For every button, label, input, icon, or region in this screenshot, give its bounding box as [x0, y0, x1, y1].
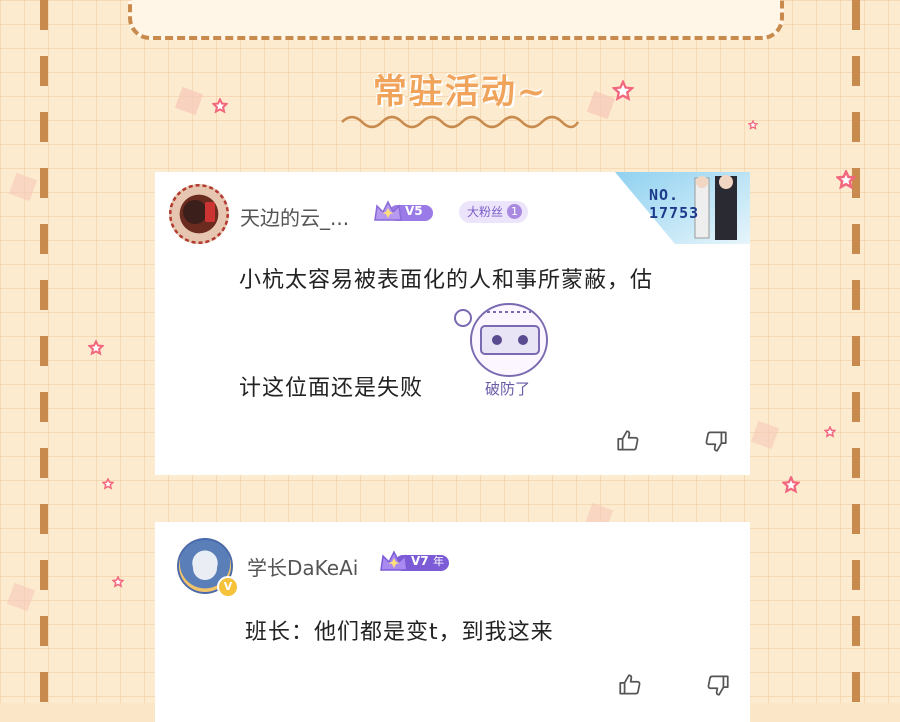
section-title: 常驻活动~: [372, 72, 548, 112]
fan-badge[interactable]: 大粉丝 1: [459, 201, 529, 223]
star-icon: [782, 476, 800, 494]
thumbs-down-icon[interactable]: [703, 428, 729, 454]
vip-badge: V7 年: [379, 548, 451, 580]
fan-badge-label: 大粉丝: [467, 205, 504, 219]
comment-text: 班长：他们都是变t，到我这来: [245, 620, 554, 645]
right-dashed-border: [852, 0, 860, 703]
star-icon: [112, 576, 124, 588]
comment-text-line-2: 计这位面还是失败: [239, 376, 424, 401]
star-icon: [612, 80, 634, 101]
avatar[interactable]: [169, 184, 229, 244]
avatar-image: [169, 184, 229, 244]
star-icon: [748, 120, 758, 130]
comment-card: 天边的云_... V5 大粉丝 1 NO. 17753 小杭太容易被表面化的人和事…: [155, 172, 750, 475]
star-icon: [88, 340, 104, 356]
username[interactable]: 天边的云_...: [240, 202, 349, 231]
username[interactable]: 学长DaKeAi: [247, 552, 358, 581]
fan-badge-level: 1: [507, 204, 523, 219]
vip-level: V7: [411, 554, 429, 568]
star-icon: [212, 98, 228, 114]
vip-suffix: 年: [433, 555, 444, 568]
comment-card: V 学长DaKeAi V7 年 班长：他们都是变t，到我这来: [155, 522, 750, 722]
vip-level: V5: [405, 204, 423, 218]
decoration-card-art: NO. 17753: [615, 172, 750, 244]
vip-badge: V5: [373, 198, 435, 230]
verified-mark: V: [223, 580, 233, 593]
wave-divider: [341, 115, 580, 129]
left-dashed-border: [40, 0, 48, 703]
thumbs-up-icon[interactable]: [615, 428, 641, 454]
sticker-emoji: 破防了: [451, 298, 561, 402]
top-banner: [128, 0, 784, 40]
crown-icon: [374, 200, 433, 221]
sticker-text: 破防了: [485, 380, 531, 398]
thumbs-up-icon[interactable]: [617, 672, 643, 698]
star-icon: [102, 478, 114, 490]
thumbs-down-icon[interactable]: [705, 672, 731, 698]
verified-badge: V: [217, 576, 239, 598]
comment-text-line-1: 小杭太容易被表面化的人和事所蒙蔽，估: [239, 268, 654, 293]
decoration-number: NO. 17753: [649, 186, 700, 222]
star-icon: [824, 426, 836, 438]
star-icon: [836, 170, 856, 190]
